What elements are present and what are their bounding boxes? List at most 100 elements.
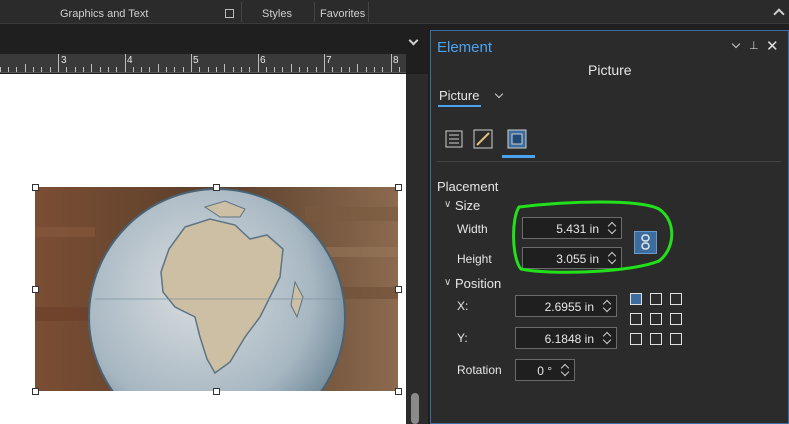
ruler-number: 5 [193,55,199,66]
ruler-tick [299,67,301,72]
y-position-field[interactable]: 6.1848 in [515,327,617,349]
collapse-position-icon[interactable]: ∨ [444,277,451,288]
anchor-bottom-left[interactable] [630,333,642,345]
ruler-tick [348,67,350,72]
resize-handle-e[interactable] [395,286,402,293]
anchor-bottom-center[interactable] [650,333,662,345]
picture-element[interactable] [35,187,398,391]
ruler-tick [240,67,242,72]
ruler-tick [8,67,10,72]
symbol-tab-icon[interactable] [473,129,493,149]
ruler-tick [249,67,251,72]
ruler-tick [58,54,59,72]
ruler-tick [82,67,84,72]
ruler-tick [324,54,325,72]
ruler-tick [157,64,159,72]
ruler-tick [41,67,43,72]
ruler-tick [16,67,18,72]
ruler-tick [24,64,26,72]
ruler-tick [332,67,334,72]
ruler-tick [290,64,292,72]
resize-handle-sw[interactable] [32,388,39,395]
ruler-tick [224,64,226,72]
element-pane: Element ⊥ ✕ Picture Picture Placement ∨ … [430,30,789,424]
collapse-ribbon-icon[interactable] [773,8,785,20]
resize-handle-se[interactable] [395,388,402,395]
ruler-tick [315,67,317,72]
ruler-tick [116,67,118,72]
ruler-tick [390,54,392,72]
ruler-number: 3 [61,55,67,66]
vertical-scrollbar[interactable] [406,74,428,424]
ruler-tick [149,67,151,72]
ruler-number: 7 [326,55,332,66]
ruler-tick [373,67,375,72]
ribbon-group-styles[interactable]: Styles [262,8,292,20]
resize-handle-ne[interactable] [395,184,402,191]
ruler-tick [74,67,76,72]
chevron-down-icon[interactable] [494,89,504,99]
ruler-tick [166,67,168,72]
ruler-tick [0,67,1,72]
ruler-tick [215,67,217,72]
display-tab-icon[interactable] [507,129,527,149]
x-position-field[interactable]: 2.6955 in [515,295,617,317]
ruler-tick [265,67,267,72]
tab-underline [438,105,481,107]
ruler-tick [207,67,209,72]
ribbon-group-favorites[interactable]: Favorites [320,8,365,20]
height-label: Height [457,252,492,266]
spinner-icon [603,330,613,346]
position-group-label[interactable]: Position [455,276,501,291]
tab-picture[interactable]: Picture [439,88,479,103]
ruler-tick [132,67,134,72]
rotation-field[interactable]: 0 ° [515,359,575,381]
size-group-label[interactable]: Size [455,198,480,213]
ruler-tick [66,67,68,72]
ruler-tick [365,67,367,72]
anchor-center[interactable] [650,313,662,325]
highlight-annotation [512,200,674,274]
ruler-tick [191,54,192,72]
panel-dropdown-icon[interactable] [731,39,741,49]
ruler-tick [282,67,284,72]
pin-icon[interactable]: ⊥ [749,39,759,52]
anchor-top-left[interactable] [630,293,642,305]
anchor-middle-right[interactable] [670,313,682,325]
resize-handle-n[interactable] [213,184,220,191]
anchor-grid-icon[interactable] [630,293,686,349]
spinner-icon [603,298,613,314]
close-icon[interactable]: ✕ [766,37,779,55]
ribbon-group-graphics-text[interactable]: Graphics and Text [60,8,148,20]
chevron-down-icon[interactable] [408,35,419,46]
options-tab-icon[interactable] [444,129,464,149]
anchor-middle-left[interactable] [630,313,642,325]
ruler-tick [33,67,35,72]
globe-picture [35,187,398,391]
collapse-size-icon[interactable]: ∨ [444,199,451,210]
ruler-tick [107,67,109,72]
placement-heading: Placement [437,179,499,194]
ruler-number: 6 [260,55,266,66]
spinner-icon [561,362,571,378]
dialog-launcher-icon[interactable] [225,9,234,18]
ruler-tick [174,67,176,72]
resize-handle-s[interactable] [213,388,220,395]
ruler-tick [49,67,51,72]
ruler-tick [141,67,143,72]
ruler-tick [182,67,184,72]
horizontal-ruler: 3 4 5 6 7 8 [0,54,406,73]
layout-view-header [0,25,428,54]
ruler-tick [307,67,309,72]
y-label: Y: [457,331,468,345]
anchor-top-center[interactable] [650,293,662,305]
resize-handle-nw[interactable] [32,184,39,191]
ruler-tick [398,67,400,72]
anchor-bottom-right[interactable] [670,333,682,345]
anchor-top-right[interactable] [670,293,682,305]
ruler-tick [124,54,126,72]
width-label: Width [457,222,488,236]
divider [437,161,781,162]
resize-handle-w[interactable] [32,286,39,293]
scrollbar-thumb[interactable] [411,393,419,424]
